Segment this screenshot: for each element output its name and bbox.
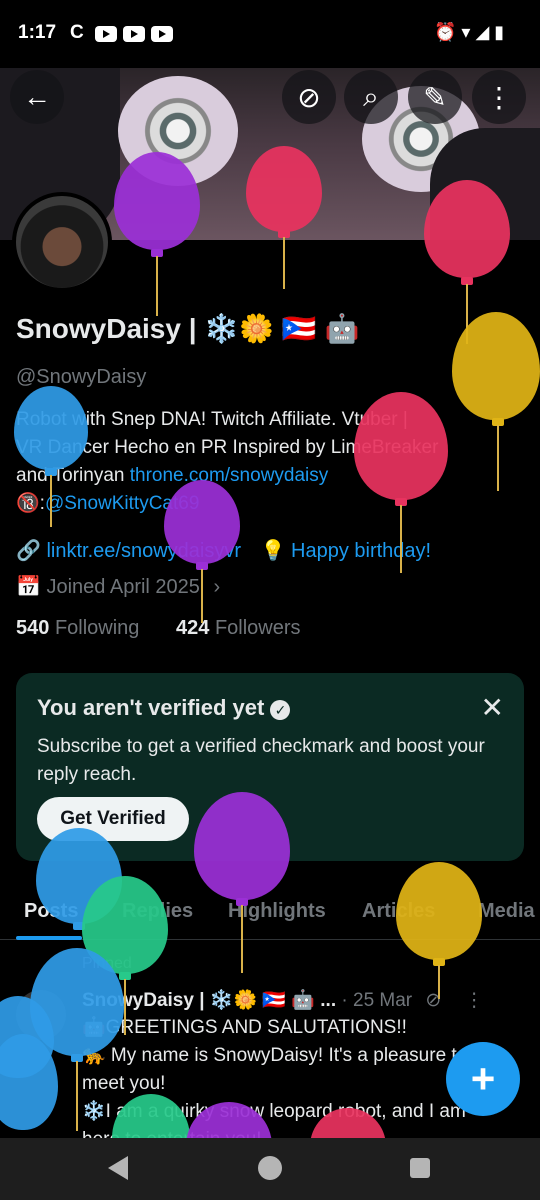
verify-title-text: You aren't verified yet [37, 695, 265, 720]
verify-card-title: You aren't verified yet ✓ [37, 695, 291, 721]
post-line: 🤖GREETINGS AND SALUTATIONS!! [82, 1017, 407, 1038]
youtube-icon [151, 26, 173, 42]
profile-handle: @SnowyDaisy [16, 366, 147, 388]
bio-text: and Torinyan [16, 465, 130, 486]
youtube-icon [95, 26, 117, 42]
avatar[interactable] [12, 192, 112, 292]
youtube-icon [123, 26, 145, 42]
mention-link[interactable]: @SnowKittyCat69 [45, 493, 199, 514]
home-circle-icon[interactable] [258, 1156, 282, 1180]
balloon-icon [452, 312, 540, 420]
back-triangle-icon[interactable] [108, 1156, 128, 1180]
bio-line: VR Dancer Hecho en PR Inspired by LimeBr… [16, 437, 439, 458]
following-stat[interactable]: 540 Following [16, 617, 139, 640]
profile-bio: Robot with Snep DNA! Twitch Affiliate. V… [16, 406, 526, 518]
tab-highlights[interactable]: Highlights [228, 900, 326, 923]
arrow-left-icon: ← [23, 81, 51, 112]
profile-name: SnowyDaisy | ❄️🌼 🇵🇷 🤖 [16, 313, 360, 344]
verified-badge-icon: ✓ [270, 700, 291, 720]
joined-row[interactable]: 📅 Joined April 2025 › [16, 574, 220, 599]
followers-label: Followers [214, 617, 301, 639]
balloon-string [156, 256, 158, 316]
balloon-knot [119, 972, 131, 980]
pinned-label: Pinned [82, 955, 132, 972]
more-vertical-icon[interactable]: ⋮ [465, 990, 484, 1011]
followers-count: 424 [176, 617, 210, 639]
no-sync-icon: ⊘ [297, 81, 321, 113]
get-verified-button[interactable]: Get Verified [37, 797, 189, 841]
post-author[interactable]: SnowyDaisy | ❄️🌼 🇵🇷 🤖 ... [82, 990, 336, 1011]
birthday-text[interactable]: Happy birthday! [291, 540, 431, 562]
profile-meta-links: 🔗 linktr.ee/snowydaisyvr 💡 Happy birthda… [16, 538, 431, 563]
post-avatar[interactable] [16, 990, 66, 1040]
balloon-icon: 💡 [260, 540, 286, 562]
profile-tabs: Posts Replies Highlights Articles Media [0, 888, 540, 940]
tab-replies[interactable]: Replies [122, 900, 193, 923]
verify-card-description: Subscribe to get a verified checkmark an… [37, 736, 485, 785]
search-button[interactable]: ⌕ [344, 70, 398, 124]
throne-link[interactable]: throne.com/snowydaisy [130, 465, 329, 486]
bio-line: 🔞:@SnowKittyCat69 [16, 490, 526, 518]
balloon-string [466, 284, 468, 344]
balloon-knot [461, 277, 473, 285]
banner-hair-right [430, 128, 540, 240]
balloon-knot [151, 249, 163, 257]
balloon-knot [196, 562, 208, 570]
bio-prefix: 🔞: [16, 493, 45, 514]
following-count: 540 [16, 617, 50, 639]
post-header: SnowyDaisy | ❄️🌼 🇵🇷 🤖 ... · 25 Mar ⊘ ⋮ [82, 988, 484, 1012]
plus-icon: + [470, 1055, 496, 1102]
more-vertical-icon: ⋮ [485, 81, 513, 113]
post-date: · 25 Mar [341, 990, 413, 1011]
sync-button[interactable]: ⊘ [282, 70, 336, 124]
chevron-right-icon: › [213, 576, 221, 598]
pencil-icon: ✎ [423, 81, 447, 113]
edit-button[interactable]: ✎ [408, 70, 462, 124]
calendar-icon: 📅 [16, 576, 41, 598]
app-c-icon: C [70, 22, 84, 43]
system-nav-bar [0, 1138, 540, 1200]
recents-square-icon[interactable] [410, 1158, 430, 1178]
banner-eye-left [118, 76, 238, 186]
balloon-string [76, 1061, 78, 1131]
website-link[interactable]: linktr.ee/snowydaisyvr [46, 540, 241, 562]
status-icons: ⏰ ▾ ◢ ▮ [434, 22, 505, 42]
tab-media[interactable]: Media [478, 900, 535, 923]
active-tab-indicator [16, 936, 82, 940]
link-icon: 🔗 [16, 540, 41, 562]
joined-text: Joined April 2025 [46, 576, 200, 598]
compose-button[interactable]: + [446, 1042, 520, 1116]
verify-card: You aren't verified yet ✓ ✕ Subscribe to… [16, 673, 524, 861]
followers-stat[interactable]: 424 Followers [176, 617, 301, 640]
bio-line: and Torinyan throne.com/snowydaisy [16, 462, 526, 490]
balloon-knot [433, 958, 445, 966]
balloon-icon [0, 1034, 58, 1130]
following-label: Following [54, 617, 140, 639]
balloon-string [283, 237, 285, 289]
no-sync-icon[interactable]: ⊘ [425, 990, 441, 1011]
close-icon[interactable]: ✕ [481, 691, 504, 724]
status-time: 1:17 [18, 22, 57, 43]
more-button[interactable]: ⋮ [472, 70, 526, 124]
tab-articles[interactable]: Articles [362, 900, 435, 923]
bio-line: Robot with Snep DNA! Twitch Affiliate. V… [16, 409, 408, 430]
status-bar: 1:17 C ⏰ ▾ ◢ ▮ [0, 0, 540, 68]
back-button[interactable]: ← [10, 70, 64, 124]
search-icon: ⌕ [363, 80, 379, 112]
tab-posts[interactable]: Posts [24, 900, 78, 923]
